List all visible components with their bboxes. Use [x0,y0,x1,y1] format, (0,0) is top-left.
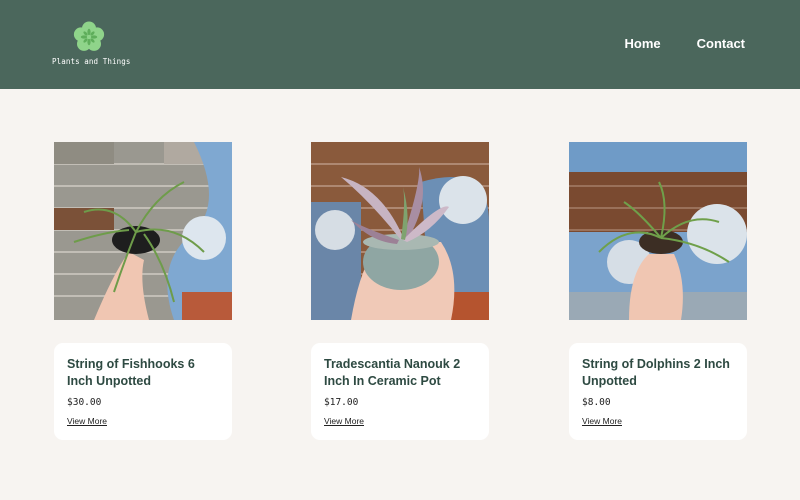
product-info-card: String of Fishhooks 6 Inch Unpotted $30.… [54,343,232,440]
view-more-link[interactable]: View More [324,416,364,426]
view-more-link[interactable]: View More [582,416,622,426]
product-image-link[interactable] [569,142,747,320]
product-image-link[interactable] [54,142,232,320]
product-info-card: Tradescantia Nanouk 2 Inch In Ceramic Po… [311,343,489,440]
site-header: Plants and Things Home Contact [0,0,800,89]
product-card-string-of-dolphins: String of Dolphins 2 Inch Unpotted $8.00… [569,142,747,440]
main-nav: Home Contact [624,36,745,51]
product-photo [311,142,489,320]
nav-contact-link[interactable]: Contact [697,36,745,51]
view-more-link[interactable]: View More [67,416,107,426]
product-photo [569,142,747,320]
product-title: Tradescantia Nanouk 2 Inch In Ceramic Po… [324,357,461,388]
brand-name: Plants and Things [52,57,131,66]
product-price: $30.00 [67,397,102,408]
product-title: String of Dolphins 2 Inch Unpotted [582,357,730,388]
product-photo [54,142,232,320]
product-card-string-of-fishhooks: String of Fishhooks 6 Inch Unpotted $30.… [54,142,232,440]
product-price: $17.00 [324,397,359,408]
product-title: String of Fishhooks 6 Inch Unpotted [67,357,195,388]
succulent-flower-icon [73,21,105,51]
product-card-tradescantia-nanouk: Tradescantia Nanouk 2 Inch In Ceramic Po… [311,142,489,440]
logo-link[interactable]: Plants and Things [52,20,131,70]
nav-home-link[interactable]: Home [624,36,660,51]
product-image-link[interactable] [311,142,489,320]
product-info-card: String of Dolphins 2 Inch Unpotted $8.00… [569,343,747,440]
product-price: $8.00 [582,397,611,408]
